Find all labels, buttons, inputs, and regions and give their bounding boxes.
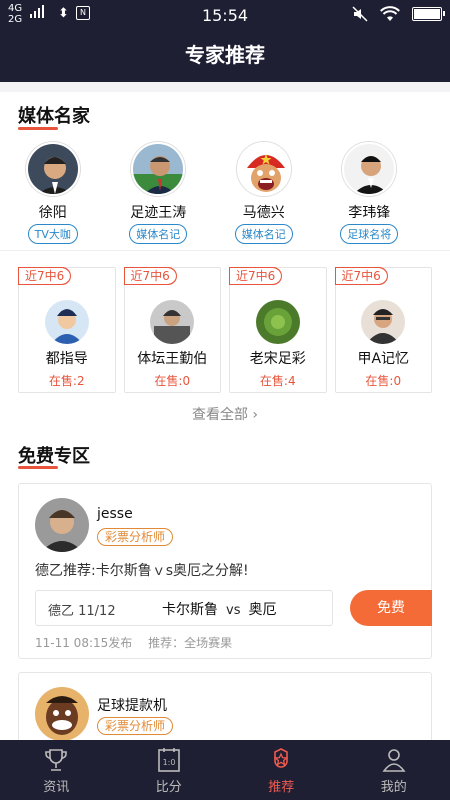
tab-news[interactable]: 资讯	[0, 740, 113, 800]
tab-label: 推荐	[268, 780, 295, 795]
mute-icon	[352, 6, 368, 22]
expert-name: 足迹王涛	[130, 205, 187, 221]
record-badge: 近7中6	[123, 267, 178, 285]
author-name: jesse	[97, 506, 133, 522]
chevron-right-icon: ›	[252, 407, 259, 423]
media-experts-list: 徐阳 TV大咖 足迹王涛 媒体名记 马德兴 媒体名记 李玮锋 足球名将	[0, 142, 450, 244]
expert-avatar	[131, 142, 186, 196]
media-expert-card[interactable]: 足迹王涛 媒体名记	[106, 142, 212, 244]
match-league-date: 德乙 11/12	[48, 604, 116, 619]
section-title-underline	[18, 127, 58, 130]
section-title-underline	[18, 466, 58, 469]
media-expert-card[interactable]: 李玮锋 足球名将	[317, 142, 423, 244]
pick-title[interactable]: 德乙推荐:卡尔斯鲁ｖs奥厄之分解!	[35, 560, 249, 580]
record-avatar	[361, 300, 406, 344]
record-avatar	[255, 300, 300, 344]
author-role-tag: 彩票分析师	[97, 717, 174, 735]
record-badge: 近7中6	[229, 267, 283, 285]
record-on-sale: 在售:4	[259, 374, 296, 388]
media-expert-card[interactable]: 马德兴 媒体名记	[211, 142, 317, 244]
free-pick-card[interactable]: jesse 彩票分析师 德乙推荐:卡尔斯鲁ｖs奥厄之分解! 德乙 11/12 卡…	[18, 483, 432, 659]
record-on-sale: 在售:2	[48, 374, 85, 388]
record-avatar	[150, 300, 195, 344]
section-title-free: 免费专区	[18, 446, 90, 467]
view-all-label: 查看全部	[191, 407, 248, 423]
svg-text:1:0: 1:0	[162, 758, 175, 767]
vs-label: vs	[226, 603, 241, 618]
free-button[interactable]: 免费	[350, 590, 432, 626]
app-header: 专家推荐	[0, 30, 450, 82]
record-avatar	[44, 300, 89, 344]
match-info: 德乙 11/12 卡尔斯鲁 vs 奥厄	[35, 590, 333, 626]
media-expert-card[interactable]: 徐阳 TV大咖	[0, 142, 106, 244]
publish-info: 11-11 08:15发布 推荐：全场赛果	[35, 634, 232, 651]
record-card[interactable]: 近7中6 老宋足彩 在售:4	[229, 267, 327, 393]
record-name: 老宋足彩	[249, 351, 306, 367]
expert-name: 李玮锋	[348, 205, 391, 221]
tab-profile[interactable]: 我的	[338, 740, 450, 800]
tab-scores[interactable]: 1:0 比分	[113, 740, 226, 800]
record-badge: 近7中6	[18, 267, 72, 285]
battery-icon	[412, 7, 445, 21]
expert-tag: TV大咖	[27, 224, 78, 244]
record-name: 甲A记忆	[357, 351, 410, 367]
wifi-icon	[380, 6, 400, 21]
hot-record-list: 近7中6 都指导 在售:2 近7中6 体坛王勤伯 在售:0 近7中6 老宋足彩 …	[18, 267, 432, 393]
author-name: 足球提款机	[97, 698, 167, 714]
expert-tag: 媒体名记	[129, 224, 188, 244]
expert-avatar	[342, 142, 397, 196]
author-avatar	[35, 498, 89, 552]
page-title: 专家推荐	[185, 43, 265, 67]
divider	[0, 250, 450, 251]
record-card[interactable]: 近7中6 甲A记忆 在售:0	[334, 267, 432, 393]
expert-avatar	[236, 142, 291, 196]
star-icon	[274, 748, 289, 768]
record-on-sale: 在售:0	[365, 374, 402, 388]
section-title-media: 媒体名家	[18, 106, 90, 127]
record-card[interactable]: 近7中6 体坛王勤伯 在售:0	[123, 267, 221, 393]
tab-label: 资讯	[43, 780, 70, 795]
record-badge: 近7中6	[334, 267, 389, 285]
publish-time: 11-11 08:15发布	[35, 636, 133, 650]
author-role-tag: 彩票分析师	[97, 528, 174, 546]
view-all-link[interactable]: 查看全部 ›	[0, 404, 450, 424]
tab-label: 我的	[380, 780, 407, 795]
tab-label: 比分	[155, 780, 182, 795]
home-team: 卡尔斯鲁	[162, 602, 218, 618]
expert-tag: 足球名将	[340, 224, 399, 244]
trophy-icon	[45, 749, 68, 771]
expert-name: 徐阳	[38, 205, 67, 221]
record-name: 体坛王勤伯	[137, 351, 208, 367]
expert-tag: 媒体名记	[234, 224, 293, 244]
person-icon	[382, 749, 406, 772]
tab-recommend[interactable]: 推荐	[225, 740, 338, 800]
status-bar: 4G 2G ⬍ N 15:54	[0, 0, 450, 30]
record-name: 都指导	[45, 351, 88, 367]
recommend-type: 推荐：全场赛果	[148, 636, 233, 650]
expert-name: 马德兴	[242, 205, 285, 221]
record-card[interactable]: 近7中6 都指导 在售:2	[18, 267, 116, 393]
author-avatar	[35, 687, 89, 741]
expert-avatar	[25, 142, 80, 196]
bottom-tab-bar: 资讯 1:0 比分 推荐 我的	[0, 740, 450, 800]
match-teams: 卡尔斯鲁 vs 奥厄	[162, 599, 276, 619]
away-team: 奥厄	[248, 602, 277, 618]
record-on-sale: 在售:0	[154, 374, 191, 388]
scoreboard-icon: 1:0	[157, 748, 180, 772]
